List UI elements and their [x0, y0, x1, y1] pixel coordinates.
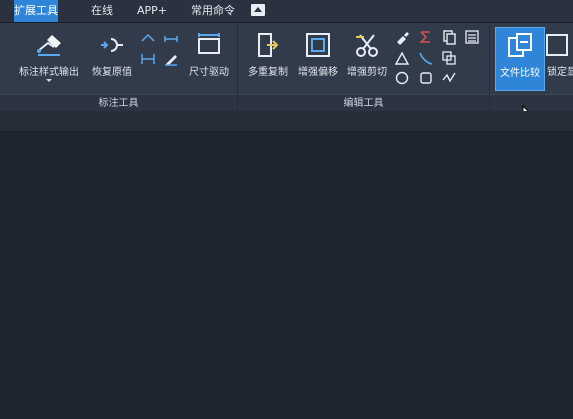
panel-title-annotate: 标注工具: [0, 94, 237, 112]
wave-icon[interactable]: [441, 70, 457, 86]
brush-icon[interactable]: [394, 29, 410, 45]
tab-common-commands[interactable]: 常用命令: [184, 0, 242, 22]
drawing-canvas[interactable]: [0, 132, 573, 419]
tab-app-plus[interactable]: APP+: [130, 0, 174, 22]
tab-online[interactable]: 在线: [84, 0, 120, 22]
enhanced-trim-label: 增强剪切: [347, 67, 387, 78]
file-compare-label: 文件比较: [500, 68, 540, 79]
list-icon[interactable]: [464, 29, 480, 45]
dimension-drive-label: 尺寸驱动: [189, 67, 229, 78]
chevron-down-icon[interactable]: [46, 79, 52, 82]
overlap-icon[interactable]: [441, 50, 457, 66]
dimension-style-output-label: 标注样式输出: [19, 67, 79, 78]
triangle-icon[interactable]: [394, 50, 410, 66]
dimension-style-output-icon: [37, 35, 61, 56]
dimension-drive-button[interactable]: 尺寸驱动: [184, 27, 234, 89]
dimension-drive-icon: [198, 33, 220, 54]
copy-doc-icon[interactable]: [441, 29, 457, 45]
file-compare-button[interactable]: 文件比较: [495, 27, 545, 91]
dimension-style-output-button[interactable]: 标注样式输出: [12, 27, 86, 89]
panel-title-edit: 编辑工具: [238, 94, 489, 112]
multi-copy-label: 多重复制: [248, 67, 288, 78]
lock-display-label: 锁定显: [547, 67, 573, 78]
ribbon-tab-bar: 扩展工具 在线 APP+ 常用命令: [0, 0, 573, 23]
file-compare-icon: [508, 33, 532, 57]
lock-display-icon: [546, 34, 568, 56]
tab-extension-tools[interactable]: 扩展工具: [14, 0, 58, 22]
enhanced-trim-button[interactable]: 增强剪切: [343, 27, 391, 89]
circle-icon[interactable]: [394, 70, 410, 86]
dim-baseline-icon[interactable]: [140, 51, 156, 67]
document-tab-strip: [0, 111, 573, 132]
curve-icon[interactable]: [418, 50, 434, 66]
multi-copy-button[interactable]: 多重复制: [244, 27, 292, 89]
enhanced-trim-icon: [356, 34, 378, 57]
ribbon: 标注样式输出 恢复原值 尺寸驱动 多重复制 增强偏移 增强剪切 文件比较 锁定显…: [0, 23, 573, 123]
dim-aligned-icon[interactable]: [163, 31, 179, 47]
enhanced-offset-label: 增强偏移: [298, 67, 338, 78]
multi-copy-icon: [258, 33, 279, 57]
enhanced-offset-icon: [306, 33, 330, 57]
square-icon[interactable]: [418, 70, 434, 86]
restore-value-button[interactable]: 恢复原值: [88, 27, 136, 89]
dim-edit-icon[interactable]: [163, 51, 179, 67]
sigma-icon[interactable]: [418, 29, 434, 45]
dim-linear-icon[interactable]: [140, 31, 156, 47]
lock-display-button[interactable]: 锁定显: [545, 27, 573, 89]
enhanced-offset-button[interactable]: 增强偏移: [294, 27, 342, 89]
restore-value-label: 恢复原值: [92, 67, 132, 78]
ribbon-minimize-icon[interactable]: [251, 4, 265, 16]
restore-value-icon: [101, 38, 123, 52]
